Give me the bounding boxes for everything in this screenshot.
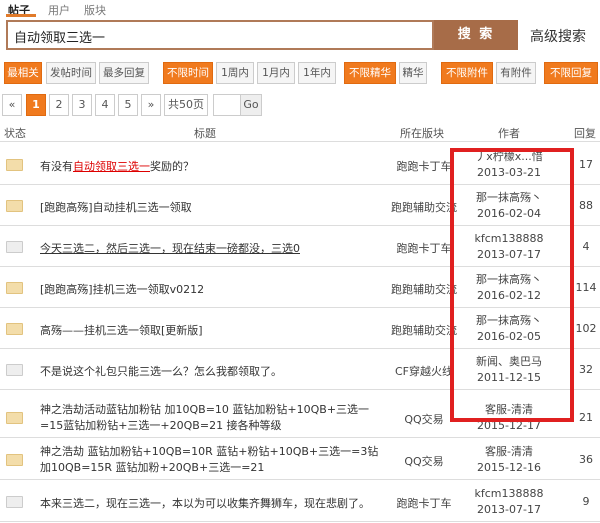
advanced-search-link[interactable]: 高级搜索	[530, 26, 586, 46]
filter-any-time[interactable]: 不限时间	[163, 62, 213, 84]
reply-count: 102	[575, 322, 597, 335]
filter-1-year[interactable]: 1年内	[298, 62, 336, 84]
search-button[interactable]: 搜 索	[434, 20, 518, 50]
search-results-page: 帖子 用户 版块 自动领取三选一 搜 索 高级搜索 最相关 发帖时间 最多回复 …	[0, 0, 600, 523]
filter-any-reply[interactable]: 不限回复	[544, 62, 598, 84]
post-title-link[interactable]: 今天三选二，然后三选一，现在结束一磅都没，三选0	[40, 240, 380, 256]
reply-count: 21	[579, 411, 593, 424]
tab-users[interactable]: 用户	[48, 2, 70, 18]
pager-page-4[interactable]: 4	[95, 94, 115, 116]
filter-bar: 最相关 发帖时间 最多回复 不限时间 1周内 1月内 1年内 不限精华 精华 不…	[0, 62, 600, 84]
folder-icon	[6, 323, 23, 335]
folder-icon	[6, 364, 23, 376]
post-title-link[interactable]: 高殇——挂机三选一领取[更新版]	[40, 322, 380, 338]
header-reply: 回复	[574, 127, 596, 140]
post-title-link[interactable]: [跑跑高殇]挂机三选一领取v0212	[40, 281, 380, 297]
search-bar: 自动领取三选一 搜 索 高级搜索	[0, 18, 600, 54]
page-go-button[interactable]: Go	[240, 94, 262, 116]
header-status: 状态	[4, 127, 26, 140]
active-tab-underline	[6, 14, 36, 17]
pager-total: 共50页	[164, 94, 208, 116]
post-date: 2015-12-16	[477, 461, 541, 474]
header-author: 作者	[498, 127, 520, 140]
reply-count: 9	[582, 495, 590, 508]
reply-count: 114	[575, 281, 597, 294]
tab-boards[interactable]: 版块	[84, 2, 106, 18]
search-type-tabs: 帖子 用户 版块	[0, 0, 600, 18]
filter-any-digest[interactable]: 不限精华	[344, 62, 396, 84]
folder-icon	[6, 282, 23, 294]
author-link[interactable]: 客服-清清	[485, 445, 533, 458]
folder-icon	[6, 241, 23, 253]
reply-count: 17	[579, 158, 593, 171]
folder-icon	[6, 496, 23, 508]
pager-prev[interactable]: «	[2, 94, 22, 116]
filter-most-replies[interactable]: 最多回复	[99, 62, 149, 84]
post-title-link[interactable]: 本来三选二，现在三选一，本以为可以收集齐舞狮车，现在悲剧了。	[40, 495, 380, 511]
filter-post-time[interactable]: 发帖时间	[46, 62, 96, 84]
post-date: 2013-07-17	[477, 503, 541, 516]
table-header: 状态 标题 所在版块 作者 回复	[0, 124, 600, 142]
table-row: 神之浩劫 蓝钻加粉钻+10QB=10R 蓝钻+粉钻+10QB+三选一=3钻加10…	[0, 440, 600, 480]
header-title: 标题	[194, 127, 216, 140]
pager-page-2[interactable]: 2	[49, 94, 69, 116]
reply-count: 36	[579, 453, 593, 466]
pagination: « 1 2 3 4 5 » 共50页 Go	[0, 94, 600, 116]
filter-1-week[interactable]: 1周内	[216, 62, 254, 84]
board-link[interactable]: QQ交易	[384, 453, 464, 469]
post-title-link[interactable]: 有没有自动领取三选一奖励的？	[40, 158, 380, 174]
keyword-highlight: 自动领取三选一	[73, 160, 150, 173]
pager-next[interactable]: »	[141, 94, 161, 116]
folder-icon	[6, 200, 23, 212]
author-cell: kfcm138888 2013-07-17	[454, 486, 564, 518]
search-input[interactable]: 自动领取三选一	[6, 20, 434, 50]
pager-page-5[interactable]: 5	[118, 94, 138, 116]
post-title-link[interactable]: [跑跑高殇]自动挂机三选一领取	[40, 199, 380, 215]
folder-icon	[6, 412, 23, 424]
filter-most-relevant[interactable]: 最相关	[4, 62, 42, 84]
reply-count: 88	[579, 199, 593, 212]
post-title-link[interactable]: 神之浩劫 蓝钻加粉钻+10QB=10R 蓝钻+粉钻+10QB+三选一=3钻加10…	[40, 444, 380, 476]
folder-icon	[6, 159, 23, 171]
page-jump-input[interactable]	[213, 94, 241, 116]
pager-page-1[interactable]: 1	[26, 94, 46, 116]
author-link[interactable]: kfcm138888	[475, 487, 544, 500]
reply-count: 4	[582, 240, 590, 253]
highlight-annotation-box	[450, 148, 574, 422]
header-board: 所在版块	[400, 127, 444, 140]
post-title-link[interactable]: 神之浩劫活动蓝钻加粉钻 加10QB=10 蓝钻加粉钻+10QB+三选一=15蓝钻…	[40, 402, 380, 434]
author-cell: 客服-清清 2015-12-16	[454, 444, 564, 476]
board-link[interactable]: 跑跑卡丁车	[384, 495, 464, 511]
post-title-link[interactable]: 不是说这个礼包只能三选一么？怎么我都领取了。	[40, 363, 380, 379]
filter-digest[interactable]: 精华	[399, 62, 427, 84]
reply-count: 32	[579, 363, 593, 376]
pager-page-3[interactable]: 3	[72, 94, 92, 116]
table-row: 本来三选二，现在三选一，本以为可以收集齐舞狮车，现在悲剧了。 跑跑卡丁车 kfc…	[0, 482, 600, 522]
filter-1-month[interactable]: 1月内	[257, 62, 295, 84]
filter-has-attachment[interactable]: 有附件	[496, 62, 536, 84]
filter-any-attachment[interactable]: 不限附件	[441, 62, 493, 84]
folder-icon	[6, 454, 23, 466]
